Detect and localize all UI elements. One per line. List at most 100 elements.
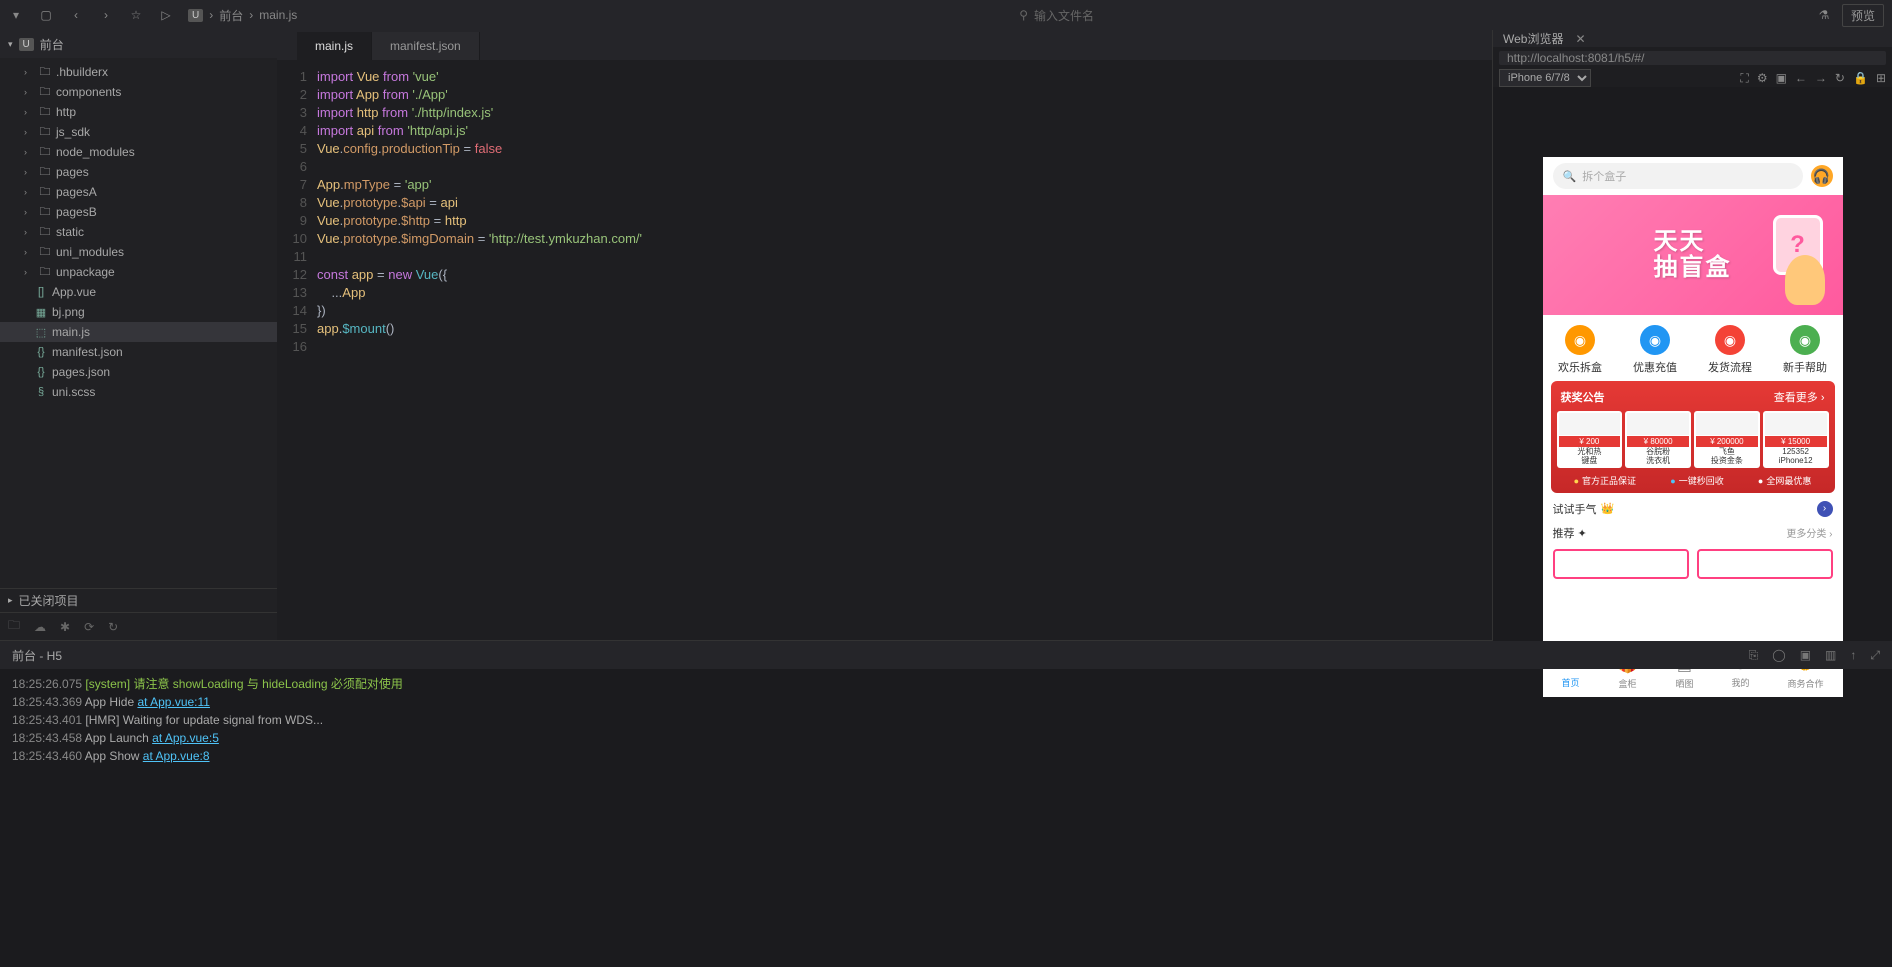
rotate-icon[interactable]: ▣ bbox=[1776, 71, 1787, 85]
console-link[interactable]: at App.vue:5 bbox=[152, 731, 219, 745]
browser-toolbar: iPhone 6/7/8 ⛶ ⚙ ▣ ← → ↻ 🔒 ⊞ bbox=[1493, 69, 1892, 87]
reload-icon[interactable]: ↻ bbox=[1835, 71, 1845, 85]
award-card[interactable]: ¥ 80000谷脘粉洗衣机 bbox=[1625, 411, 1691, 468]
award-panel: 获奖公告 查看更多 › ¥ 200光和热键盘¥ 80000谷脘粉洗衣机¥ 200… bbox=[1551, 381, 1835, 493]
favorite-icon[interactable]: ☆ bbox=[128, 7, 144, 23]
menu-icon[interactable]: ▾ bbox=[8, 7, 24, 23]
sidebar: ▾ U 前台 ›🗀.hbuilderx›🗀components›🗀http›🗀j… bbox=[0, 30, 277, 640]
search-icon: 🔍 bbox=[1563, 170, 1577, 183]
sidebar-footer: 🗀 ☁ ✱ ⟳ ↻ bbox=[0, 612, 277, 640]
grid-item[interactable]: ◉欢乐拆盒 bbox=[1558, 325, 1602, 375]
back-icon[interactable]: ← bbox=[1795, 71, 1807, 85]
tree-file[interactable]: []App.vue bbox=[0, 282, 277, 302]
screenshot-icon[interactable]: ⛶ bbox=[1740, 71, 1748, 86]
gear-icon[interactable]: ⚙ bbox=[1757, 71, 1768, 85]
refresh-icon[interactable]: ↻ bbox=[108, 620, 118, 634]
product-card[interactable] bbox=[1553, 549, 1689, 579]
tree-folder[interactable]: ›🗀http bbox=[0, 102, 277, 122]
editor-tab[interactable]: manifest.json bbox=[372, 32, 480, 60]
qr-icon[interactable]: ⊞ bbox=[1876, 71, 1886, 85]
try-luck-button[interactable]: › bbox=[1817, 501, 1833, 517]
phone-preview: 🔍拆个盒子 🎧 天天抽盲盒 ? ◉欢乐拆盒 ◉优惠充值 ◉发货流程 ◉新手帮助 获奖公… bbox=[1543, 157, 1843, 697]
tree-folder[interactable]: ›🗀unpackage bbox=[0, 262, 277, 282]
editor-tab[interactable]: main.js bbox=[297, 32, 372, 60]
project-header[interactable]: ▾ U 前台 bbox=[0, 30, 277, 58]
lock-icon[interactable]: 🔒 bbox=[1853, 71, 1868, 85]
browser-url[interactable]: http://localhost:8081/h5/#/ bbox=[1499, 51, 1886, 65]
more-categories[interactable]: 更多分类 › bbox=[1786, 525, 1832, 540]
tree-folder[interactable]: ›🗀.hbuilderx bbox=[0, 62, 277, 82]
customer-service-icon[interactable]: 🎧 bbox=[1811, 165, 1833, 187]
preview-button[interactable]: 预览 bbox=[1842, 4, 1884, 27]
console-stop-icon[interactable]: ◯ bbox=[1772, 648, 1785, 663]
award-card[interactable]: ¥ 200000飞鱼投资金条 bbox=[1694, 411, 1760, 468]
editor-area: main.jsmanifest.json 1234567891011121314… bbox=[277, 30, 1492, 640]
cloud-icon[interactable]: ☁ bbox=[34, 620, 46, 634]
project-badge: U bbox=[188, 9, 203, 22]
console-header: 前台 - H5 ⎘ ◯ ▣ ▥ ↑ ⤢ bbox=[0, 641, 1892, 669]
tree-file[interactable]: ⬚main.js bbox=[0, 322, 277, 342]
console-split-icon[interactable]: ▥ bbox=[1825, 648, 1836, 663]
mascot-icon bbox=[1785, 255, 1825, 305]
browser-title: Web浏览器 ✕ bbox=[1493, 30, 1892, 47]
files-icon[interactable]: 🗀 bbox=[8, 616, 20, 637]
tree-folder[interactable]: ›🗀components bbox=[0, 82, 277, 102]
file-tree: ›🗀.hbuilderx›🗀components›🗀http›🗀js_sdk›🗀… bbox=[0, 58, 277, 588]
settings-icon[interactable]: ✱ bbox=[60, 620, 70, 634]
tree-folder[interactable]: ›🗀pagesB bbox=[0, 202, 277, 222]
console-copy-icon[interactable]: ⎘ bbox=[1749, 648, 1759, 663]
tree-folder[interactable]: ›🗀static bbox=[0, 222, 277, 242]
award-card[interactable]: ¥ 15000125352iPhone12 bbox=[1763, 411, 1829, 468]
console-output[interactable]: 18:25:26.075 [system] 请注意 showLoading 与 … bbox=[0, 669, 1892, 967]
grid-item[interactable]: ◉优惠充值 bbox=[1633, 325, 1677, 375]
breadcrumb-folder: 前台 bbox=[219, 7, 243, 24]
code-editor[interactable]: 12345678910111213141516 import Vue from … bbox=[277, 60, 1492, 640]
forward-icon[interactable]: → bbox=[1815, 71, 1827, 85]
tree-folder[interactable]: ›🗀node_modules bbox=[0, 142, 277, 162]
phone-banner[interactable]: 天天抽盲盒 ? bbox=[1543, 195, 1843, 315]
filter-icon[interactable]: ⚗ bbox=[1816, 7, 1832, 23]
breadcrumb-file: main.js bbox=[259, 8, 297, 22]
closed-projects[interactable]: ▸ 已关闭项目 bbox=[0, 588, 277, 612]
tree-file[interactable]: ▦bj.png bbox=[0, 302, 277, 322]
console-link[interactable]: at App.vue:11 bbox=[137, 695, 210, 709]
phone-search[interactable]: 🔍拆个盒子 bbox=[1553, 163, 1803, 189]
award-more[interactable]: 查看更多 › bbox=[1774, 389, 1825, 405]
nav-fwd-icon[interactable]: › bbox=[98, 7, 114, 23]
try-luck: 试试手气 👑 bbox=[1553, 501, 1615, 517]
tree-file[interactable]: §uni.scss bbox=[0, 382, 277, 402]
search-placeholder: 输入文件名 bbox=[1034, 7, 1094, 24]
nav-back-icon[interactable]: ‹ bbox=[68, 7, 84, 23]
console-clear-icon[interactable]: ▣ bbox=[1800, 648, 1811, 663]
editor-tabs: main.jsmanifest.json bbox=[277, 30, 1492, 60]
close-icon[interactable]: ✕ bbox=[1575, 32, 1585, 46]
console-collapse-icon[interactable]: ⤢ bbox=[1870, 648, 1880, 663]
tree-folder[interactable]: ›🗀pagesA bbox=[0, 182, 277, 202]
device-select[interactable]: iPhone 6/7/8 bbox=[1499, 69, 1591, 87]
tree-folder[interactable]: ›🗀js_sdk bbox=[0, 122, 277, 142]
tree-file[interactable]: {}pages.json bbox=[0, 362, 277, 382]
sync-icon[interactable]: ⟳ bbox=[84, 620, 94, 634]
grid-item[interactable]: ◉发货流程 bbox=[1708, 325, 1752, 375]
tree-folder[interactable]: ›🗀pages bbox=[0, 162, 277, 182]
grid-item[interactable]: ◉新手帮助 bbox=[1783, 325, 1827, 375]
project-name: 前台 bbox=[40, 36, 64, 53]
project-badge: U bbox=[19, 38, 34, 51]
console-up-icon[interactable]: ↑ bbox=[1850, 648, 1856, 663]
product-card[interactable] bbox=[1697, 549, 1833, 579]
search-icon: ⚲ bbox=[1019, 8, 1028, 22]
award-card[interactable]: ¥ 200光和热键盘 bbox=[1557, 411, 1623, 468]
recommend-label: 推荐 ✦ bbox=[1553, 525, 1587, 541]
breadcrumb[interactable]: U › 前台 › main.js bbox=[188, 7, 297, 24]
web-browser-pane: Web浏览器 ✕ http://localhost:8081/h5/#/ iPh… bbox=[1492, 30, 1892, 640]
run-icon[interactable]: ▷ bbox=[158, 7, 174, 23]
tree-file[interactable]: {}manifest.json bbox=[0, 342, 277, 362]
new-file-icon[interactable]: ▢ bbox=[38, 7, 54, 23]
browser-title-label: Web浏览器 bbox=[1503, 30, 1563, 47]
tree-folder[interactable]: ›🗀uni_modules bbox=[0, 242, 277, 262]
file-search[interactable]: ⚲ 输入文件名 bbox=[1019, 7, 1094, 24]
closed-projects-label: 已关闭项目 bbox=[19, 592, 79, 609]
topbar: ▾ ▢ ‹ › ☆ ▷ U › 前台 › main.js ⚲ 输入文件名 ⚗ 预… bbox=[0, 0, 1892, 30]
console-title: 前台 - H5 bbox=[12, 647, 62, 664]
console-link[interactable]: at App.vue:8 bbox=[143, 749, 210, 763]
